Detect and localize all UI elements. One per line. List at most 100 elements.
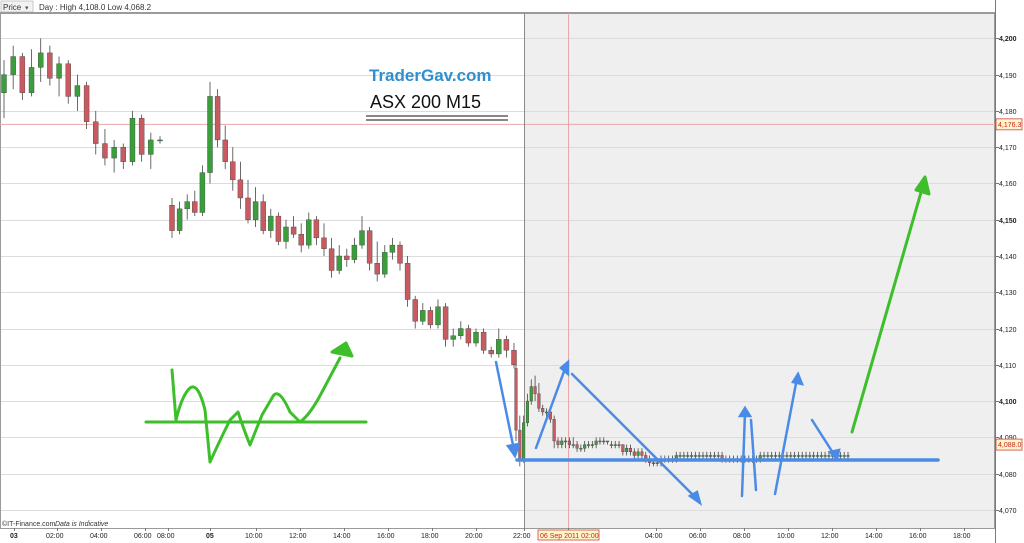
time-reference-box: 06 Sep 2011 02:00	[537, 529, 600, 541]
candle-body	[766, 455, 770, 457]
candle-body	[458, 328, 464, 336]
high-low-info: Day : High 4,108.0 Low 4,068.2	[39, 3, 152, 12]
svg-text:06 Sep 2011 02:00: 06 Sep 2011 02:00	[540, 533, 599, 540]
y-tick-label: 4,180	[999, 109, 1017, 116]
candle-body	[678, 455, 682, 457]
candle-body	[628, 448, 633, 453]
price-chart: Price ▾ Day : High 4,108.0 Low 4,068.2 4…	[0, 0, 1024, 543]
candle-body	[613, 444, 617, 446]
price-axis-panel	[995, 0, 1024, 543]
x-tick-label: 05	[206, 533, 214, 540]
candle-body	[815, 455, 820, 457]
chart-subtitle: ASX 200 M15	[370, 92, 481, 112]
candle-body	[819, 455, 823, 457]
candle-body	[812, 455, 816, 457]
candle-body	[503, 339, 510, 351]
chevron-down-icon[interactable]: ▾	[25, 5, 29, 12]
candle-body	[252, 201, 259, 220]
candle-body	[785, 455, 789, 457]
candle-body	[38, 52, 44, 68]
svg-text:4,088.0: 4,088.0	[998, 442, 1021, 449]
y-tick-label: 4,080	[999, 472, 1017, 479]
candle-body	[525, 400, 529, 424]
candle-body	[701, 455, 705, 457]
candle-body	[773, 455, 778, 457]
candle-body	[609, 444, 613, 446]
y-tick-label: 4,160	[999, 181, 1017, 188]
last-price-box: 4,088.0	[995, 438, 1023, 451]
candle-body	[537, 393, 541, 409]
candle-body	[450, 335, 456, 340]
candle-body	[770, 455, 774, 457]
candle-body	[313, 219, 320, 239]
candle-body	[268, 215, 274, 231]
x-tick-label: 10:00	[245, 533, 263, 540]
y-tick-label: 4,130	[999, 290, 1017, 297]
x-tick-label: 14:00	[333, 533, 351, 540]
candle-body	[762, 455, 766, 457]
candle-body	[199, 172, 206, 213]
candle-body	[808, 455, 812, 457]
candle-body	[571, 444, 575, 446]
copyright-text: ©IT-Finance.com	[2, 520, 56, 528]
candle-body	[351, 244, 358, 260]
y-tick-label: 4,190	[999, 73, 1017, 80]
y-tick-label: 4,140	[999, 254, 1017, 261]
candle-body	[625, 448, 629, 453]
price-menu-label[interactable]: Price	[3, 3, 22, 12]
x-tick-label: 03	[10, 533, 18, 540]
y-tick-label: 4,110	[999, 363, 1016, 370]
candle-body	[511, 350, 517, 365]
candle-body	[366, 230, 373, 264]
candle-body	[632, 451, 636, 456]
candle-body	[336, 255, 342, 271]
candle-body	[827, 455, 831, 457]
candle-body	[480, 331, 487, 351]
y-tick-label: 4,070	[999, 508, 1017, 515]
x-tick-label: 20:00	[465, 533, 483, 540]
candle-body	[583, 444, 587, 449]
candle-body	[1, 74, 7, 93]
candle-body	[359, 230, 365, 246]
reference-price-box: 4,176.3	[995, 118, 1023, 131]
svg-text:4,176.3: 4,176.3	[998, 122, 1021, 129]
candle-body	[793, 455, 797, 457]
candle-body	[804, 455, 808, 457]
candle-body	[328, 248, 335, 271]
candle-body	[374, 263, 380, 275]
candle-body	[389, 244, 396, 253]
candle-body	[290, 226, 297, 235]
candle-body	[690, 455, 694, 457]
candle-body	[427, 310, 434, 326]
candle-body	[586, 444, 591, 446]
x-tick-label: 02:00	[46, 533, 64, 540]
candle-body	[575, 444, 579, 449]
candle-body	[47, 52, 53, 79]
candle-body	[800, 455, 804, 457]
candle-body	[823, 455, 827, 457]
candle-body	[579, 448, 583, 450]
candle-body	[222, 139, 228, 162]
candle-body	[716, 455, 720, 457]
candle-body	[567, 440, 571, 445]
candle-body	[275, 215, 282, 242]
x-tick-label: 12:00	[821, 533, 839, 540]
candle-body	[846, 455, 850, 457]
candle-body	[442, 306, 449, 340]
green-arrow-head-icon	[330, 341, 354, 358]
candle-body	[10, 56, 16, 75]
candle-body	[686, 455, 690, 457]
candle-body	[321, 237, 327, 249]
x-tick-label: 06:00	[134, 533, 152, 540]
candle-body	[522, 422, 526, 460]
candle-body	[697, 455, 701, 457]
candle-body	[19, 56, 26, 93]
candle-body	[102, 143, 108, 159]
x-tick-label: 16:00	[377, 533, 395, 540]
candle-body	[74, 85, 81, 97]
disclaimer-text: Data is Indicative	[55, 521, 108, 528]
candle-body	[138, 117, 145, 155]
candle-body	[111, 146, 117, 159]
candle-body	[590, 444, 594, 446]
candle-body	[283, 226, 289, 242]
